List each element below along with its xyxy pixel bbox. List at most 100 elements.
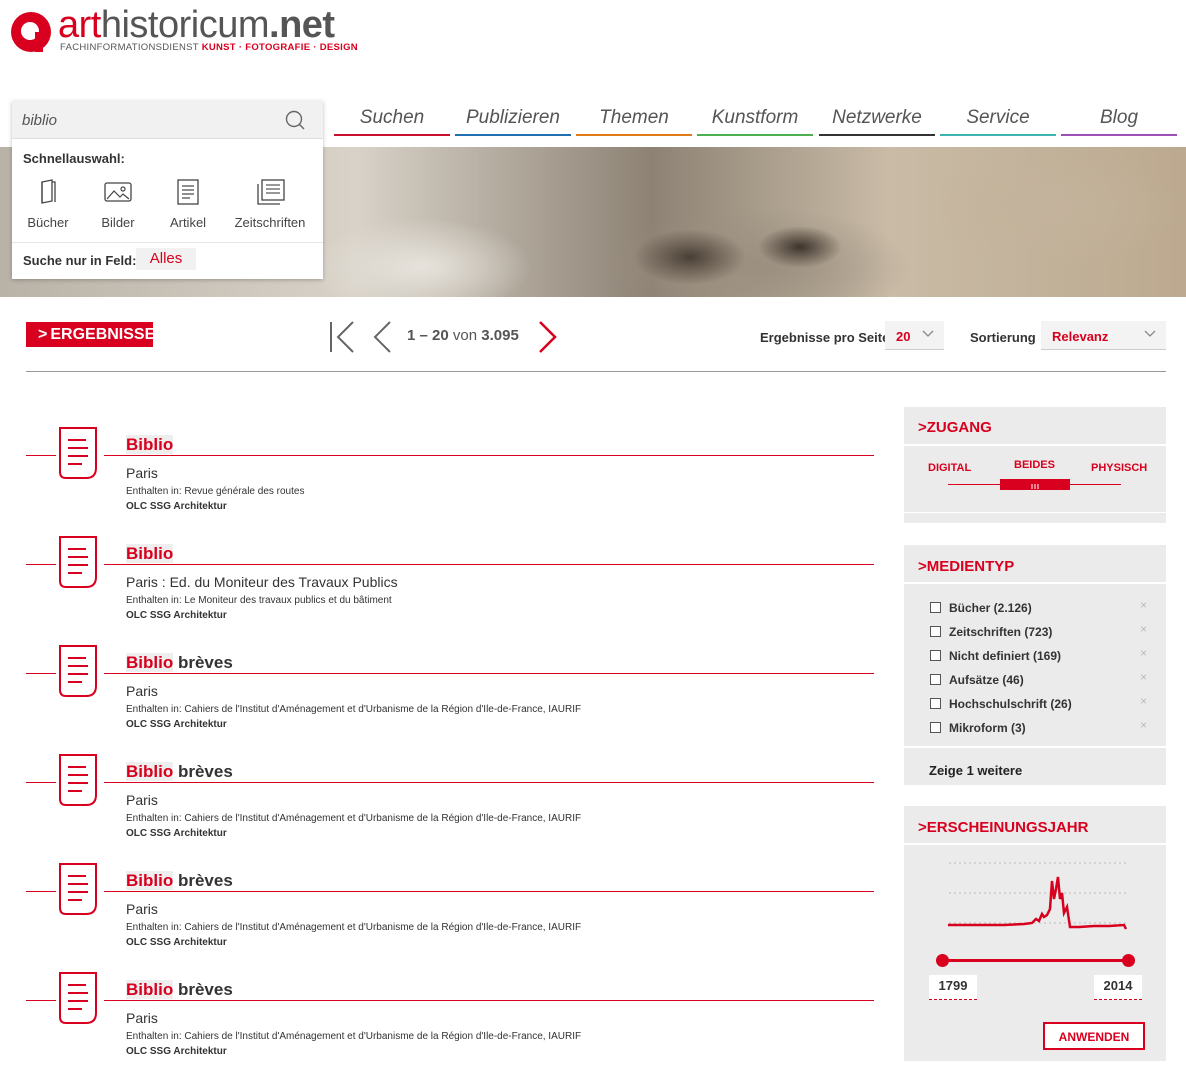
- facet-media-header[interactable]: >MEDIENTYP: [904, 545, 1166, 582]
- result-title[interactable]: Biblio: [126, 435, 174, 455]
- quick-label: Bücher: [27, 215, 69, 230]
- logo-suffix: .net: [269, 4, 335, 46]
- result-publisher: Paris: [126, 683, 158, 699]
- result-item[interactable]: Biblio brèves Paris Enthalten in: Cahier…: [26, 971, 874, 1071]
- logo-mark[interactable]: [11, 12, 51, 52]
- search-field-select[interactable]: Alles: [136, 248, 196, 270]
- media-option[interactable]: Aufsätze (46): [930, 673, 1024, 687]
- nav-underline: [334, 134, 450, 136]
- result-divider: [26, 891, 874, 892]
- facet-access-body: DIGITAL BEIDES PHYSISCH: [904, 446, 1166, 512]
- media-option[interactable]: Zeitschriften (723): [930, 625, 1052, 639]
- result-contained-in: Enthalten in: Cahiers de l'Institut d'Am…: [126, 704, 582, 715]
- nav-publizieren[interactable]: Publizieren: [455, 106, 571, 136]
- close-icon[interactable]: ×: [1140, 670, 1147, 684]
- next-page-icon[interactable]: [536, 320, 560, 354]
- results-heading: > ERGEBNISSE: [26, 322, 155, 347]
- search-icon[interactable]: [284, 109, 306, 131]
- year-from-handle[interactable]: [936, 954, 949, 967]
- facet-access-footer: [904, 513, 1166, 523]
- media-option-label: Hochschulschrift (26): [949, 697, 1072, 711]
- result-contained-in: Enthalten in: Le Moniteur des travaux pu…: [126, 595, 392, 606]
- results-heading-label: > ERGEBNISSE: [32, 326, 155, 343]
- result-publisher: Paris: [126, 465, 158, 481]
- checkbox[interactable]: [930, 698, 941, 709]
- media-option[interactable]: Bücher (2.126): [930, 601, 1032, 615]
- media-option[interactable]: Nicht definiert (169): [930, 649, 1061, 663]
- facet-year-title: >ERSCHEINUNGSJAHR: [918, 819, 1088, 836]
- result-title[interactable]: Biblio brèves: [126, 653, 233, 673]
- quick-books[interactable]: Bücher: [13, 179, 83, 230]
- result-item[interactable]: Biblio brèves Paris Enthalten in: Cahier…: [26, 644, 874, 744]
- result-title[interactable]: Biblio brèves: [126, 871, 233, 891]
- search-input[interactable]: [20, 107, 284, 133]
- journal-icon: [257, 179, 285, 205]
- access-physical[interactable]: PHYSISCH: [1091, 462, 1147, 474]
- checkbox[interactable]: [930, 626, 941, 637]
- access-both[interactable]: BEIDES: [1014, 459, 1055, 471]
- close-icon[interactable]: ×: [1140, 694, 1147, 708]
- close-icon[interactable]: ×: [1140, 718, 1147, 732]
- media-option-label: Bücher (2.126): [949, 601, 1032, 615]
- result-item[interactable]: Biblio Paris : Ed. du Moniteur des Trava…: [26, 535, 874, 635]
- nav-blog[interactable]: Blog: [1061, 106, 1177, 136]
- quick-label: Zeitschriften: [234, 215, 306, 230]
- first-page-icon[interactable]: [327, 320, 359, 354]
- quick-images[interactable]: Bilder: [83, 179, 153, 230]
- year-to-handle[interactable]: [1122, 954, 1135, 967]
- nav-underline: [455, 134, 571, 136]
- quick-articles[interactable]: Artikel: [153, 179, 223, 230]
- result-contained-in: Enthalten in: Cahiers de l'Institut d'Am…: [126, 813, 582, 824]
- sort-value: Relevanz: [1052, 329, 1109, 344]
- checkbox[interactable]: [930, 650, 941, 661]
- facet-access-title: >ZUGANG: [918, 419, 992, 436]
- result-item[interactable]: Biblio brèves Paris Enthalten in: Cahier…: [26, 862, 874, 962]
- apply-button[interactable]: ANWENDEN: [1043, 1022, 1145, 1050]
- title-highlight: Biblio: [126, 653, 174, 672]
- result-divider: [26, 782, 874, 783]
- nav-themen[interactable]: Themen: [576, 106, 692, 136]
- nav-label: Blog: [1099, 107, 1139, 128]
- checkbox[interactable]: [930, 722, 941, 733]
- close-icon[interactable]: ×: [1140, 646, 1147, 660]
- facet-title-text: ZUGANG: [926, 419, 992, 436]
- quick-select-label: Schnellauswahl:: [23, 151, 125, 166]
- result-publisher: Paris : Ed. du Moniteur des Travaux Publ…: [126, 574, 398, 590]
- per-page-label: Ergebnisse pro Seite: [760, 330, 890, 345]
- checkbox[interactable]: [930, 674, 941, 685]
- year-to-input[interactable]: 2014: [1094, 975, 1142, 1000]
- sort-select[interactable]: Relevanz: [1041, 321, 1166, 350]
- nav-service[interactable]: Service: [940, 106, 1056, 136]
- media-option[interactable]: Hochschulschrift (26): [930, 697, 1072, 711]
- result-source: OLC SSG Architektur: [126, 1046, 227, 1057]
- result-source: OLC SSG Architektur: [126, 828, 227, 839]
- article-icon: [56, 753, 104, 807]
- checkbox[interactable]: [930, 602, 941, 613]
- nav-suchen[interactable]: Suchen: [334, 106, 450, 136]
- nav-label: Publizieren: [466, 107, 560, 128]
- result-item[interactable]: Biblio brèves Paris Enthalten in: Cahier…: [26, 753, 874, 853]
- close-icon[interactable]: ×: [1140, 598, 1147, 612]
- quick-journals[interactable]: Zeitschriften: [228, 179, 312, 230]
- result-title[interactable]: Biblio brèves: [126, 980, 233, 1000]
- result-title[interactable]: Biblio brèves: [126, 762, 233, 782]
- previous-page-icon[interactable]: [370, 320, 394, 354]
- nav-kunstform[interactable]: Kunstform: [697, 106, 813, 136]
- result-title[interactable]: Biblio: [126, 544, 174, 564]
- close-icon[interactable]: ×: [1140, 622, 1147, 636]
- title-highlight: Biblio: [126, 980, 174, 999]
- access-slider-handle[interactable]: [1000, 479, 1070, 490]
- nav-netzwerke[interactable]: Netzwerke: [819, 106, 935, 136]
- media-option[interactable]: Mikroform (3): [930, 721, 1026, 735]
- facet-access-header[interactable]: >ZUGANG: [904, 407, 1166, 444]
- show-more-link[interactable]: Zeige 1 weitere: [929, 763, 1022, 778]
- per-page-select[interactable]: 20: [885, 321, 944, 350]
- tagline-accent: KUNST · FOTOGRAFIE · DESIGN: [201, 42, 358, 53]
- facet-year-header[interactable]: >ERSCHEINUNGSJAHR: [904, 806, 1166, 843]
- access-digital[interactable]: DIGITAL: [928, 462, 971, 474]
- chevron-down-icon: [1144, 330, 1156, 337]
- year-from-input[interactable]: 1799: [929, 975, 977, 1000]
- grip-icon: [1031, 484, 1039, 489]
- media-option-label: Zeitschriften (723): [949, 625, 1053, 639]
- result-item[interactable]: Biblio Paris Enthalten in: Revue général…: [26, 426, 874, 526]
